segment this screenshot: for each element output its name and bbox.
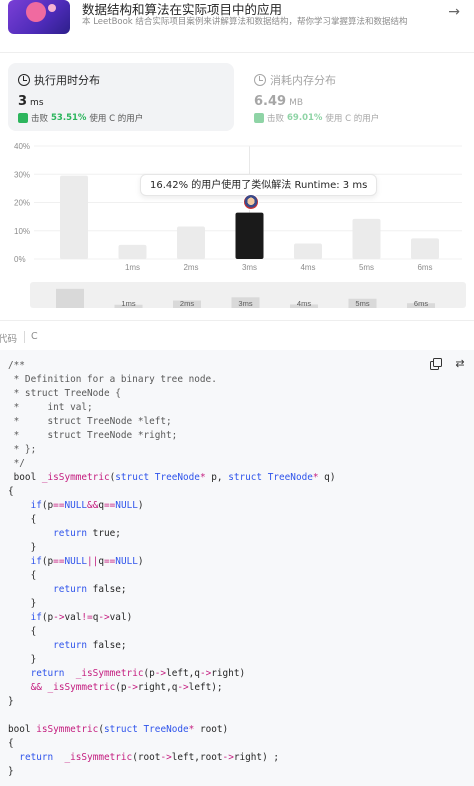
runtime-card-title: 执行用时分布 (34, 74, 100, 87)
x-tick-label: 4ms (300, 263, 315, 272)
mini-tick-label: 5ms (355, 299, 369, 308)
bar[interactable] (177, 226, 205, 259)
bar[interactable] (294, 243, 322, 259)
mini-tick-label: 4ms (297, 299, 311, 308)
runtime-distribution-chart: 0% 10% 20% 30% 40% 1ms 2ms 3ms 4ms 5ms 6ms (0, 138, 474, 278)
beat-prefix: 击败 (31, 114, 49, 124)
y-tick-label: 30% (14, 170, 30, 179)
memory-icon (254, 74, 266, 86)
bar[interactable] (60, 175, 88, 259)
arrow-right-icon[interactable]: → (448, 4, 460, 20)
chart-svg: 0% 10% 20% 30% 40% 1ms 2ms 3ms 4ms 5ms 6ms (14, 142, 462, 272)
mini-bar (56, 288, 84, 308)
beat-icon (18, 113, 28, 123)
runtime-beat-percent: 53.51% (51, 113, 87, 123)
swap-icon[interactable]: ⇄ (454, 358, 466, 370)
y-tick-label: 10% (14, 227, 30, 236)
y-tick-label: 20% (14, 199, 30, 208)
code-block: ⇄ /** * Definition for a binary tree nod… (0, 350, 474, 786)
memory-beat-percent: 69.01% (287, 113, 323, 123)
memory-unit: MB (289, 98, 304, 108)
mini-tick-label: 2ms (180, 299, 194, 308)
mini-tick-label: 1ms (121, 299, 135, 308)
runtime-distribution-card[interactable]: 执行用时分布 3 ms 击败 53.51% 使用 C 的用户 (8, 63, 234, 131)
x-tick-label: 5ms (359, 263, 374, 272)
divider (0, 320, 474, 321)
copy-icon[interactable] (430, 358, 442, 370)
x-tick-label: 3ms (242, 263, 257, 272)
beat-icon (254, 113, 264, 123)
y-tick-label: 0% (14, 255, 26, 264)
x-tick-label: 6ms (417, 263, 432, 272)
beat-suffix: 使用 C 的用户 (89, 114, 144, 124)
book-cover-image (8, 0, 70, 34)
user-avatar (243, 194, 259, 210)
x-tick-label: 1ms (125, 263, 140, 272)
chart-tooltip: 16.42% 的用户使用了类似解法 Runtime: 3 ms (140, 174, 378, 196)
leetbook-card[interactable]: 数据结构和算法在实际项目中的应用 本 LeetBook 结合实际项目案例来讲解算… (0, 0, 474, 44)
memory-card-title: 消耗内存分布 (270, 74, 336, 87)
chart-range-slider[interactable]: 1ms 2ms 3ms 4ms 5ms 6ms (30, 282, 466, 308)
x-tick-label: 2ms (183, 263, 198, 272)
memory-value: 6.49 (254, 94, 287, 109)
y-tick-label: 40% (14, 142, 30, 151)
beat-suffix: 使用 C 的用户 (325, 114, 380, 124)
tab-separator (24, 331, 25, 343)
mini-chart-svg: 1ms 2ms 3ms 4ms 5ms 6ms (56, 288, 435, 308)
runtime-value: 3 (18, 94, 28, 109)
runtime-unit: ms (30, 98, 44, 108)
code-content[interactable]: /** * Definition for a binary tree node.… (8, 359, 335, 779)
mini-tick-label: 3ms (238, 299, 252, 308)
bar[interactable] (118, 244, 147, 259)
bar-highlighted[interactable] (235, 212, 264, 259)
tab-code[interactable]: 代码 (0, 331, 17, 345)
divider (0, 52, 474, 53)
book-description: 本 LeetBook 结合实际项目案例来讲解算法和数据结构，帮你学习掌握算法和数… (82, 17, 408, 27)
clock-icon (18, 74, 30, 86)
mini-tick-label: 6ms (414, 299, 428, 308)
bar[interactable] (411, 238, 439, 259)
tab-language-c[interactable]: C (31, 331, 38, 342)
beat-prefix: 击败 (267, 114, 285, 124)
memory-distribution-card[interactable]: 消耗内存分布 6.49 MB 击败 69.01% 使用 C 的用户 (244, 63, 470, 131)
bar[interactable] (352, 218, 381, 259)
